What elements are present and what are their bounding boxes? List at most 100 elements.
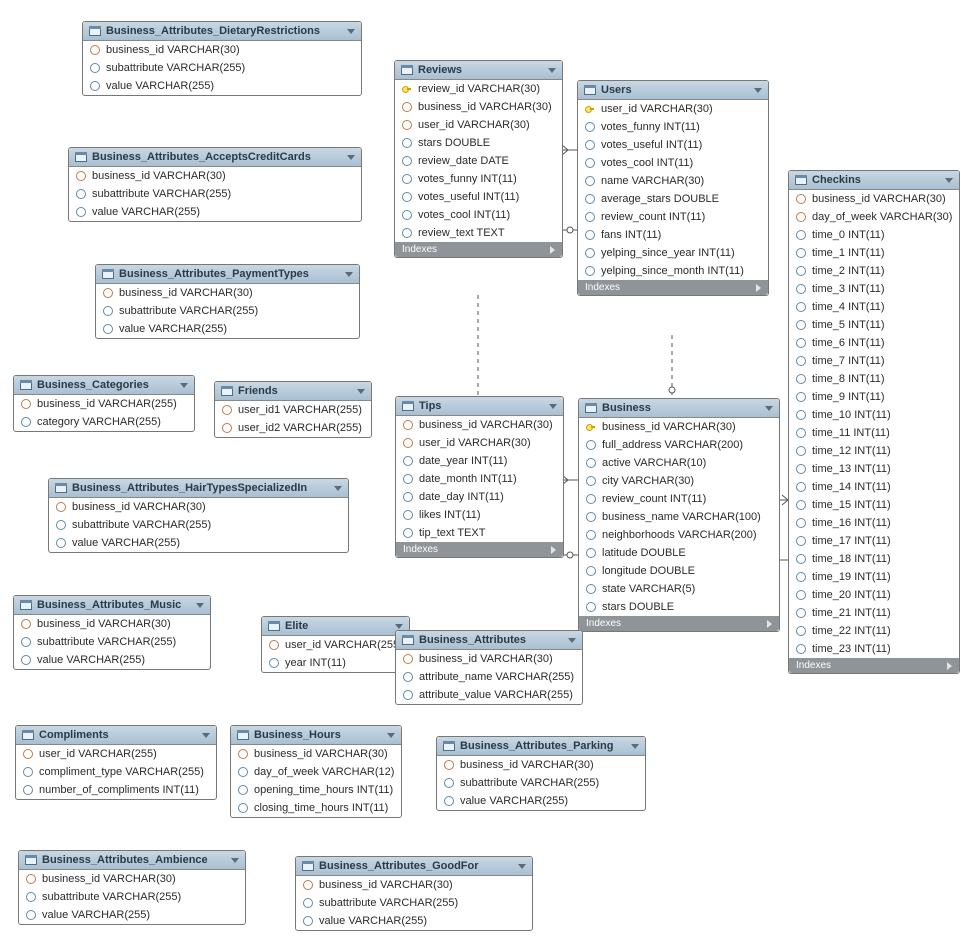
column-row: business_id VARCHAR(30) (789, 190, 959, 208)
table-icon (402, 401, 414, 411)
column-label: subattribute VARCHAR(255) (37, 636, 176, 648)
column-label: full_address VARCHAR(200) (602, 439, 743, 451)
column-row: city VARCHAR(30) (579, 472, 779, 490)
column-icon (26, 892, 36, 902)
entity-ba_dietary[interactable]: Business_Attributes_DietaryRestrictionsb… (82, 21, 362, 96)
entity-title: Business_Attributes_AcceptsCreditCards (92, 151, 311, 163)
column-label: votes_cool INT(11) (601, 157, 693, 169)
entity-header[interactable]: Business_Attributes_Parking (437, 737, 645, 756)
table-icon (268, 621, 280, 631)
entity-header[interactable]: Business_Attributes_AcceptsCreditCards (69, 148, 361, 167)
foreign-key-icon (403, 654, 413, 664)
column-row: latitude DOUBLE (579, 544, 779, 562)
entity-header[interactable]: Reviews (395, 61, 562, 80)
column-row: time_7 INT(11) (789, 352, 959, 370)
entity-header[interactable]: Business_Attributes_GoodFor (296, 857, 532, 876)
column-label: subattribute VARCHAR(255) (460, 777, 599, 789)
column-icon (402, 210, 412, 220)
column-label: business_id VARCHAR(30) (419, 653, 553, 665)
foreign-key-icon (303, 880, 313, 890)
entity-elite[interactable]: Eliteuser_id VARCHAR(255)year INT(11) (261, 616, 410, 673)
entity-header[interactable]: Business_Attributes_PaymentTypes (96, 265, 359, 284)
foreign-key-icon (402, 102, 412, 112)
table-icon (443, 741, 455, 751)
column-icon (585, 158, 595, 168)
entity-header[interactable]: Checkins (789, 171, 959, 190)
indexes-footer[interactable]: Indexes (396, 542, 563, 557)
column-label: attribute_name VARCHAR(255) (419, 671, 574, 683)
table-icon (237, 730, 249, 740)
column-row: attribute_name VARCHAR(255) (396, 668, 582, 686)
entity-reviews[interactable]: Reviewsreview_id VARCHAR(30)business_id … (394, 60, 563, 258)
column-row: time_18 INT(11) (789, 550, 959, 568)
entity-friends[interactable]: Friendsuser_id1 VARCHAR(255)user_id2 VAR… (214, 381, 372, 438)
entity-ba_hair[interactable]: Business_Attributes_HairTypesSpecialized… (48, 478, 349, 553)
chevron-down-icon (549, 404, 557, 409)
column-row: active VARCHAR(10) (579, 454, 779, 472)
entity-title: Users (601, 84, 632, 96)
column-row: value VARCHAR(255) (83, 77, 361, 95)
column-label: compliment_type VARCHAR(255) (39, 766, 204, 778)
column-icon (403, 492, 413, 502)
chevron-down-icon (345, 272, 353, 277)
table-icon (75, 152, 87, 162)
entity-checkins[interactable]: Checkinsbusiness_id VARCHAR(30)day_of_we… (788, 170, 960, 674)
chevron-down-icon (231, 858, 239, 863)
table-icon (795, 175, 807, 185)
entity-ba_cc[interactable]: Business_Attributes_AcceptsCreditCardsbu… (68, 147, 362, 222)
indexes-label: Indexes (585, 282, 620, 293)
column-label: value VARCHAR(255) (42, 909, 150, 921)
column-icon (444, 796, 454, 806)
entity-compliments[interactable]: Compliments user_id VARCHAR(255) complimen… (15, 725, 217, 800)
entity-header[interactable]: Business_Attributes_Music (14, 596, 210, 615)
entity-header[interactable]: Elite (262, 617, 409, 636)
column-label: business_id VARCHAR(30) (106, 44, 240, 56)
entity-header[interactable]: Compliments (16, 726, 216, 745)
entity-header[interactable]: Business_Attributes_DietaryRestrictions (83, 22, 361, 41)
entity-ba_music[interactable]: Business_Attributes_Musicbusiness_id VAR… (13, 595, 211, 670)
column-row: time_23 INT(11) (789, 640, 959, 658)
column-label: business_id VARCHAR(30) (319, 879, 453, 891)
indexes-footer[interactable]: Indexes (579, 616, 779, 631)
entity-ba_parking[interactable]: Business_Attributes_Parkingbusiness_id V… (436, 736, 646, 811)
column-row: likes INT(11) (396, 506, 563, 524)
column-row: subattribute VARCHAR(255) (296, 894, 532, 912)
indexes-footer[interactable]: Indexes (395, 242, 562, 257)
indexes-footer[interactable]: Indexes (578, 280, 768, 295)
column-row: time_4 INT(11) (789, 298, 959, 316)
column-label: user_id VARCHAR(255) (39, 748, 157, 760)
entity-header[interactable]: Friends (215, 382, 371, 401)
entity-header[interactable]: Business_Attributes_Ambience (19, 851, 245, 870)
entity-ba_ambience[interactable]: Business_Attributes_Ambiencebusiness_id … (18, 850, 246, 925)
entity-bus_hours[interactable]: Business_Hoursbusiness_id VARCHAR(30)day… (230, 725, 402, 818)
column-icon (796, 518, 806, 528)
column-row: business_id VARCHAR(30) (231, 745, 401, 763)
entity-bus_cat[interactable]: Business_Categoriesbusiness_id VARCHAR(2… (13, 375, 195, 432)
entity-header[interactable]: Business_Attributes_HairTypesSpecialized… (49, 479, 348, 498)
column-icon (796, 464, 806, 474)
entity-title: Checkins (812, 174, 861, 186)
entity-users[interactable]: Usersuser_id VARCHAR(30)votes_funny INT(… (577, 80, 769, 296)
column-label: date_month INT(11) (419, 473, 517, 485)
column-label: stars DOUBLE (602, 601, 674, 613)
column-label: time_12 INT(11) (812, 445, 891, 457)
entity-header[interactable]: Business_Attributes (396, 631, 582, 650)
chevron-down-icon (945, 178, 953, 183)
entity-bus_attr[interactable]: Business_Attributes business_id VARCHAR(3… (395, 630, 583, 705)
entity-header[interactable]: Business (579, 399, 779, 418)
entity-header[interactable]: Business_Categories (14, 376, 194, 395)
column-label: likes INT(11) (419, 509, 481, 521)
entity-ba_payment[interactable]: Business_Attributes_PaymentTypesbusiness… (95, 264, 360, 339)
entity-business[interactable]: Businessbusiness_id VARCHAR(30)full_addr… (578, 398, 780, 632)
entity-ba_goodfor[interactable]: Business_Attributes_GoodFor business_id V… (295, 856, 533, 931)
indexes-footer[interactable]: Indexes (789, 658, 959, 673)
entity-header[interactable]: Tips (396, 397, 563, 416)
entity-header[interactable]: Business_Hours (231, 726, 401, 745)
columns-list: business_id VARCHAR(30)subattribute VARC… (69, 167, 361, 221)
entity-header[interactable]: Users (578, 81, 768, 100)
column-icon (238, 785, 248, 795)
entity-tips[interactable]: Tipsbusiness_id VARCHAR(30)user_id VARCH… (395, 396, 564, 558)
foreign-key-icon (238, 749, 248, 759)
column-icon (402, 138, 412, 148)
indexes-label: Indexes (586, 618, 621, 629)
